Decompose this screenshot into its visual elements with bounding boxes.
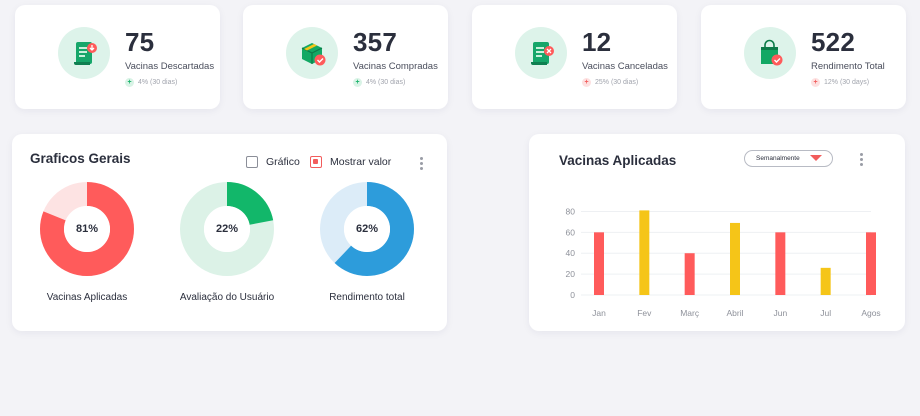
donut-percent: 62% (355, 223, 379, 235)
x-tick-label: Jan (592, 308, 606, 318)
y-tick-label: 60 (566, 227, 576, 237)
y-tick-label: 20 (566, 269, 576, 279)
x-tick-label: Març (680, 308, 700, 318)
y-tick-label: 0 (570, 290, 575, 300)
stat-card-canceladas: 12 Vacinas Canceladas +25% (30 dias) (472, 5, 677, 109)
stat-value: 75 (125, 27, 155, 57)
bar-fev (639, 210, 650, 295)
card-title: Graficos Gerais (30, 151, 131, 166)
option-label: Gráfico (266, 156, 300, 168)
stat-value: 357 (353, 27, 397, 57)
x-tick-label: Jul (820, 308, 831, 318)
option-grafico[interactable]: Gráfico (246, 156, 300, 168)
trend-text: 25% (30 dias) (595, 79, 639, 86)
donut-label: Vacinas Aplicadas (46, 292, 128, 303)
y-tick-label: 80 (566, 206, 576, 216)
stat-trend: +12% (30 days) (811, 78, 869, 87)
option-label: Mostrar valor (330, 156, 392, 168)
shopping-bag-check-icon (744, 27, 796, 79)
donut-percent: 81% (75, 223, 99, 235)
stat-label: Rendimento Total (811, 61, 885, 72)
donut-vacinas-aplicadas: 81% (40, 182, 134, 276)
stat-trend: +4% (30 dias) (125, 78, 177, 87)
checkbox-grafico[interactable] (246, 156, 258, 168)
box-check-icon (286, 27, 338, 79)
option-mostrar-valor[interactable]: Mostrar valor (310, 156, 391, 168)
donut-label: Rendimento total (329, 292, 405, 303)
stat-card-rendimento: 522 Rendimento Total +12% (30 days) (701, 5, 906, 109)
stat-value: 522 (811, 27, 855, 57)
bar-jul (820, 267, 831, 295)
trend-down-icon: + (811, 78, 820, 87)
trend-text: 4% (30 dias) (138, 79, 178, 86)
x-tick-label: Agos (861, 308, 880, 318)
more-options-icon[interactable] (419, 157, 423, 170)
stat-label: Vacinas Compradas (353, 61, 438, 72)
x-tick-label: Fev (637, 308, 652, 318)
y-tick-label: 40 (566, 248, 576, 258)
x-tick-label: Jun (773, 308, 787, 318)
checkbox-mostrar-valor[interactable] (310, 156, 322, 168)
vacinas-aplicadas-card: Vacinas Aplicadas Semanalmente 0 20 40 60 80… (529, 134, 905, 331)
document-cancel-icon (515, 27, 567, 79)
stat-card-descartadas: 75 Vacinas Descartadas +4% (30 dias) (15, 5, 220, 109)
donut-label: Avaliação do Usuário (179, 292, 275, 303)
stat-card-compradas: 357 Vacinas Compradas +4% (30 dias) (243, 5, 448, 109)
stat-value: 12 (582, 27, 612, 57)
trend-text: 12% (30 days) (824, 79, 870, 86)
bar-jun (775, 232, 786, 295)
stat-trend: +25% (30 dias) (582, 78, 638, 87)
bar-chart: 0 20 40 60 80 Jan Fev Març Abril Jun Jul Agos (566, 206, 881, 318)
stat-label: Vacinas Descartadas (125, 61, 215, 72)
trend-down-icon: + (582, 78, 591, 87)
document-download-icon (58, 27, 110, 79)
trend-text: 4% (30 dias) (366, 79, 406, 86)
trend-up-icon: + (125, 78, 134, 87)
graficos-gerais-card: Graficos Gerais Gráfico Mostrar valor 81… (12, 134, 447, 331)
donut-percent: 22% (215, 223, 239, 235)
bar-març (684, 253, 695, 295)
bar-agos (866, 232, 876, 295)
donut-avaliacao-usuario: 22% (180, 182, 274, 276)
donut-rendimento-total: 62% (320, 182, 414, 276)
trend-up-icon: + (353, 78, 362, 87)
bar-jan (594, 232, 604, 295)
stat-label: Vacinas Canceladas (582, 61, 668, 72)
stat-trend: +4% (30 dias) (353, 78, 405, 87)
x-tick-label: Abril (726, 308, 743, 318)
bar-abril (730, 222, 740, 295)
